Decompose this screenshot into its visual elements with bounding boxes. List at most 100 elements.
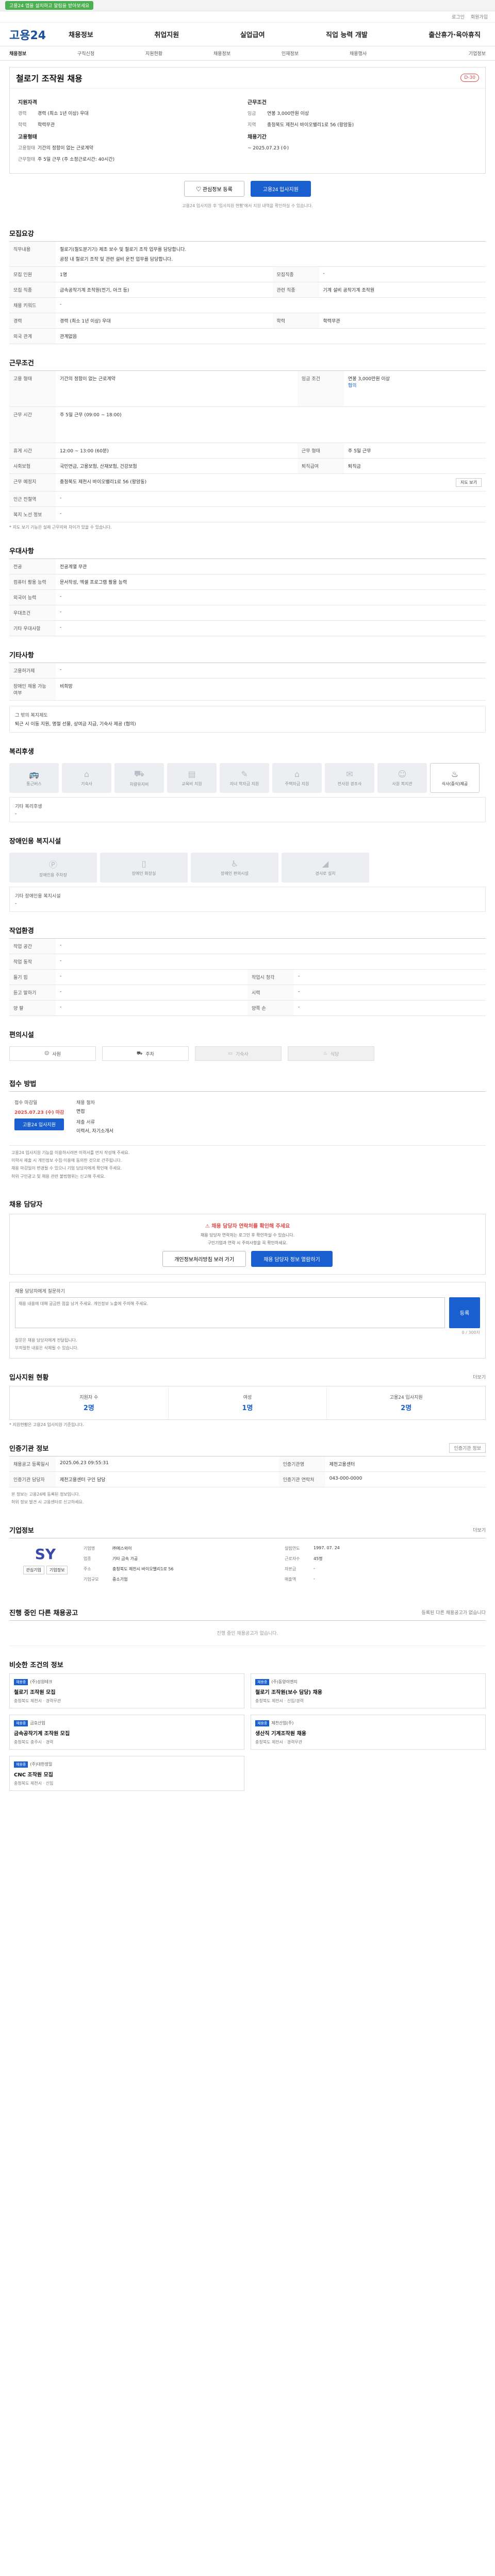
recommend-card[interactable]: 채용중 (주)동양이엔지 철로기 조작원(보수 담당) 채용 충청북도 제천시 · 신… <box>251 1673 486 1708</box>
apply-notice: 고용24 입사지원 후 '입사지원 현황'에서 지원 내역을 확인하실 수 있습… <box>182 204 313 208</box>
summary-value: 기간의 정함이 없는 근로계약 <box>38 146 93 151</box>
recommend-card[interactable]: 채용중 (주)대한정밀 CNC 조작원 모집 충청북도 제천시 · 신입 <box>9 1755 244 1791</box>
job-summary: 철로기 조작원 채용 D-30 지원자격 경력 경력 (최소 1년 이상) 우대 … <box>9 67 486 174</box>
gnb-item-leave[interactable]: 출산휴가·육아휴직 <box>428 29 481 39</box>
section-title: 복리후생 <box>9 748 34 756</box>
summary-value: 주 5일 근무 (주 소정근로시간: 40시간) <box>38 157 115 162</box>
people-icon: ☺ <box>398 769 407 779</box>
cell-key: 모집 직종 <box>9 282 56 298</box>
lnb-item[interactable]: 인재정보 <box>282 50 350 57</box>
cell-value: - <box>56 1000 248 1016</box>
cell-key: 인증기관 담당자 <box>9 1471 56 1488</box>
company-value: 45명 <box>314 1556 323 1561</box>
stats-more-link[interactable]: 더보기 <box>473 1374 486 1380</box>
cell-key: 들기 힘 <box>9 969 56 985</box>
cell-value: 비희망 <box>56 678 486 701</box>
lnb-item[interactable]: 구직신청 <box>77 50 145 57</box>
rec-company: (주)성원테크 <box>30 1679 53 1684</box>
condition-table: 고용 형태 기간의 정함이 없는 근로계약 임금 조건 연봉 3,000만원 이상 협의… <box>9 370 486 522</box>
qa-box: 채용 담당자에게 질문하기 등록 0 / 300자 질문은 채용 담당자에게 전… <box>9 1281 486 1359</box>
etc-extra-label: 그 밖의 복지제도 <box>15 713 48 718</box>
cell-key: 근무 형태 <box>297 443 344 459</box>
cell-value: - <box>294 985 486 1001</box>
qa-input[interactable] <box>15 1297 445 1328</box>
fav-company-button[interactable]: 관심기업 <box>23 1565 44 1574</box>
parking-icon: Ⓟ <box>48 859 57 870</box>
welfare-item: 🚌 통근버스 <box>9 763 59 793</box>
site-logo[interactable]: 고용24 <box>9 26 69 43</box>
cell-value: 금속공작기계 조작원(전기, 아크 등) <box>56 282 273 298</box>
company-value: 1997. 07. 24 <box>314 1545 340 1550</box>
lnb-item[interactable]: 채용정보 <box>213 50 282 57</box>
recommend-grid: 채용중 (주)성원테크 철로기 조작원 모집 충청북도 제천시 · 경력무관 채용중(… <box>9 1673 486 1791</box>
cell-value: 043-000-0000 <box>325 1471 486 1488</box>
privacy-button[interactable]: 개인정보처리방침 보러 가기 <box>162 1250 246 1267</box>
car-icon: ⛟ <box>134 769 145 778</box>
app-banner-pill[interactable]: 고용24 앱을 설치하고 알림을 받아보세요 <box>5 1 94 10</box>
view-contact-button[interactable]: 채용 담당자 정보 열람하기 <box>251 1250 333 1267</box>
org-info-button[interactable]: 인증기관 정보 <box>449 1443 486 1453</box>
gnb-item-support[interactable]: 취업지원 <box>154 29 179 39</box>
dday-badge: D-30 <box>460 74 479 82</box>
cell-key: 듣고 말하기 <box>9 985 56 1001</box>
company-key: 기업명 <box>84 1546 95 1551</box>
interest-button[interactable]: ♡ 관심정보 등록 <box>184 181 244 197</box>
cell-value: 연봉 3,000만원 이상 <box>348 377 390 382</box>
gnb-item-training[interactable]: 직업 능력 개발 <box>326 29 368 39</box>
apply-method-label: 채용 절차 <box>76 1100 95 1106</box>
company-key: 설립연도 <box>285 1546 300 1551</box>
map-button[interactable]: 지도 보기 <box>456 478 482 487</box>
equip-label: 식당 <box>330 1052 339 1057</box>
company-info-button[interactable]: 기업정보 <box>46 1565 68 1574</box>
cell-key: 양쪽 손 <box>248 1000 294 1016</box>
summary-section-title: 지원자격 <box>18 100 37 106</box>
apply-doc: 이력서, 자기소개서 <box>76 1129 113 1134</box>
welfare-other-label: 기타 복리후생 <box>15 804 42 809</box>
cell-key: 전공 <box>9 558 56 574</box>
section-title: 모집요강 <box>9 230 34 238</box>
section-title: 기타사항 <box>9 652 34 659</box>
cell-value: 국민연금, 고용보험, 산재보험, 건강보험 <box>56 458 298 474</box>
apply-button[interactable]: 고용24 입사지원 <box>250 181 311 197</box>
login-link[interactable]: 로그인 <box>452 13 465 20</box>
cell-value: 관계없음 <box>56 328 486 344</box>
rec-meta: 충청북도 제천시 · 경력무관 <box>14 1698 61 1703</box>
disabled-label: 장애인 화장실 <box>131 871 156 876</box>
rec-company: (주)동양이엔지 <box>271 1679 298 1684</box>
lnb-item[interactable]: 채용정보 <box>9 50 77 57</box>
disabled-other-value: - <box>15 901 17 906</box>
rec-meta: 충청북도 제천시 · 신입 <box>14 1781 54 1786</box>
lnb-item[interactable]: 기업정보 <box>418 50 486 57</box>
rec-meta: 충청북도 제천시 · 경력무관 <box>255 1739 303 1744</box>
equip-label: 사원 <box>52 1052 61 1057</box>
gnb-item-jobs[interactable]: 채용정보 <box>69 29 93 39</box>
rec-tag: 채용중 <box>14 1720 28 1726</box>
lnb-item[interactable]: 채용행사 <box>350 50 418 57</box>
summary-section-title: 근무조건 <box>248 100 267 106</box>
company-more-link[interactable]: 더보기 <box>473 1527 486 1533</box>
rec-meta: 충청북도 제천시 · 신입/경력 <box>255 1698 304 1703</box>
footer-space <box>9 1791 486 1822</box>
section-title: 기업정보 <box>9 1527 34 1535</box>
recommend-card[interactable]: 채용중 제천산업(주) 생산직 기계조작원 채용 충청북도 제천시 · 경력무관 <box>251 1714 486 1750</box>
lnb-item[interactable]: 지원현황 <box>145 50 213 57</box>
pay-note: 협의 <box>348 383 357 388</box>
disabled-item: ▯ 장애인 화장실 <box>100 853 188 883</box>
recommend-card[interactable]: 채용중 금호산업 금속공작기계 조작원 모집 충청북도 충주시 · 경력 <box>9 1714 244 1750</box>
other-jobs-empty: 진행 중인 채용공고가 없습니다. <box>9 1620 486 1646</box>
signup-link[interactable]: 회원가입 <box>471 13 488 20</box>
qa-note: 질문은 채용 담당자에게 전달됩니다. <box>15 1337 77 1343</box>
gnb-item-benefit[interactable]: 실업급여 <box>240 29 265 39</box>
disabled-item: ♿ 장애인 편의시설 <box>191 853 278 883</box>
apply-button-secondary[interactable]: 고용24 입사지원 <box>14 1118 64 1130</box>
summary-key: 근무형태 <box>18 157 36 162</box>
bullet-text: 허위 구인광고 및 채용 관련 불법행위는 신고해 주세요. <box>11 1174 106 1179</box>
cell-value: 주 5일 근무 <box>343 443 486 459</box>
cell-value: 기간의 정함이 없는 근로계약 <box>56 370 298 407</box>
summary-key: 임금 <box>248 111 256 116</box>
section-title: 작업환경 <box>9 927 34 935</box>
rec-company: 금호산업 <box>30 1720 45 1725</box>
apply-period-label: 접수 마감일 <box>14 1100 38 1106</box>
recommend-card[interactable]: 채용중 (주)성원테크 철로기 조작원 모집 충청북도 제천시 · 경력무관 <box>9 1673 244 1708</box>
qa-submit-button[interactable]: 등록 <box>449 1297 480 1328</box>
